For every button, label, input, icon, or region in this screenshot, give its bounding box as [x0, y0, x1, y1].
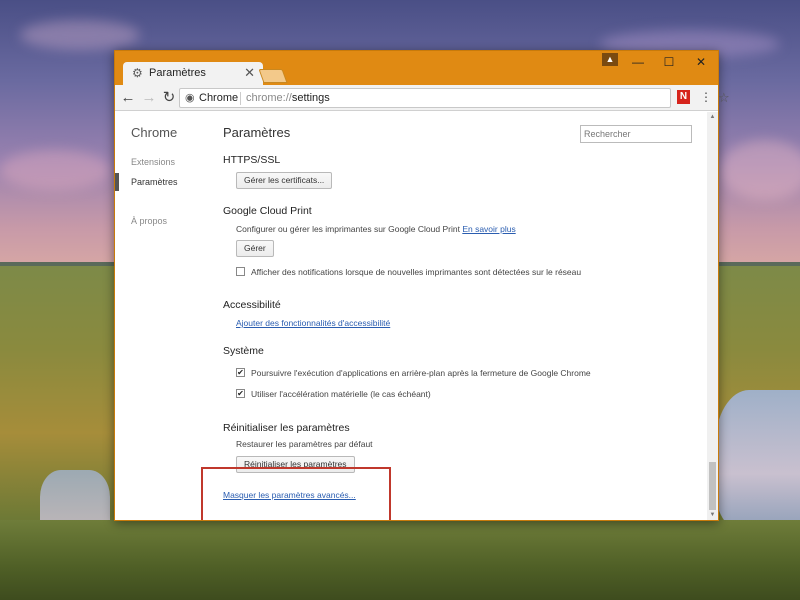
gear-icon: ⚙	[132, 66, 143, 80]
scrollbar-thumb[interactable]	[709, 462, 716, 510]
new-tab-button[interactable]	[258, 69, 288, 83]
manage-cloud-print-button[interactable]: Gérer	[236, 240, 274, 257]
cloud-print-description: Configurer ou gérer les imprimantes sur …	[236, 224, 516, 234]
tab-title: Paramètres	[149, 67, 206, 79]
printer-notifications-label: Afficher des notifications lorsque de no…	[251, 267, 582, 277]
title-bar[interactable]: ⚙ Paramètres ✕ ▲ — ☐ ✕	[115, 51, 718, 85]
scrollbar-track[interactable]	[707, 112, 718, 520]
close-window-button[interactable]: ✕	[686, 51, 716, 73]
profile-avatar-icon[interactable]: ▲	[602, 53, 618, 66]
settings-page: Chrome Extensions Paramètres À propos Pa…	[115, 112, 718, 520]
cloud-print-heading: Google Cloud Print	[223, 205, 312, 217]
menu-dots-icon[interactable]: ⋮	[700, 89, 712, 105]
cloud	[720, 140, 800, 200]
bookmark-star-icon[interactable]: ☆	[718, 90, 730, 106]
cloud	[0, 150, 110, 190]
reload-icon[interactable]: ↻	[159, 88, 179, 108]
sidebar-title: Chrome	[131, 125, 178, 140]
water-channel	[715, 390, 800, 530]
learn-more-link[interactable]: En savoir plus	[462, 224, 515, 234]
minimize-button[interactable]: —	[623, 51, 653, 73]
url-path: settings	[291, 92, 330, 104]
scroll-down-icon[interactable]: ▼	[707, 510, 718, 520]
background-apps-label: Poursuivre l'exécution d'applications en…	[251, 368, 591, 378]
highlight-box	[201, 467, 391, 520]
sidebar-item-settings[interactable]: Paramètres	[131, 177, 178, 187]
sidebar-item-extensions[interactable]: Extensions	[131, 157, 175, 167]
address-chip: Chrome	[199, 92, 239, 104]
page-title: Paramètres	[223, 125, 291, 140]
tab-settings[interactable]: ⚙ Paramètres ✕	[123, 62, 263, 85]
search-input[interactable]	[580, 125, 692, 143]
cloud-print-description-text: Configurer ou gérer les imprimantes sur …	[236, 224, 460, 234]
tab-close-icon[interactable]: ✕	[244, 65, 255, 80]
chrome-page-icon: ◉	[185, 92, 195, 104]
hardware-acceleration-label: Utiliser l'accélération matérielle (le c…	[251, 389, 431, 399]
background-apps-checkbox[interactable]: ✔	[236, 368, 245, 377]
address-separator	[240, 92, 241, 105]
system-heading: Système	[223, 345, 264, 357]
manage-certificates-button[interactable]: Gérer les certificats...	[236, 172, 333, 189]
scroll-up-icon[interactable]: ▲	[707, 112, 718, 122]
reset-description: Restaurer les paramètres par défaut	[236, 439, 373, 449]
browser-toolbar: ← → ↻ ◉ Chrome chrome://settings ☆ N ⋮	[115, 85, 730, 111]
chrome-window: ⚙ Paramètres ✕ ▲ — ☐ ✕ ← → ↻ ◉ Chrome ch…	[114, 50, 730, 521]
foreground-grass	[0, 520, 800, 600]
address-url[interactable]: chrome://settings	[246, 92, 330, 104]
accessibility-heading: Accessibilité	[223, 299, 281, 311]
reset-heading: Réinitialiser les paramètres	[223, 422, 350, 434]
extension-icon[interactable]: N	[677, 90, 690, 104]
https-heading: HTTPS/SSL	[223, 154, 281, 166]
sidebar-item-about[interactable]: À propos	[131, 216, 167, 226]
forward-arrow-icon[interactable]: →	[139, 88, 159, 108]
hardware-acceleration-checkbox[interactable]: ✔	[236, 389, 245, 398]
sidebar-active-indicator	[115, 173, 119, 191]
address-bar[interactable]: ◉ Chrome chrome://settings ☆	[179, 88, 730, 108]
maximize-button[interactable]: ☐	[654, 51, 684, 73]
settings-main: Paramètres HTTPS/SSL Gérer les certifica…	[223, 112, 693, 520]
add-accessibility-link[interactable]: Ajouter des fonctionnalités d'accessibil…	[236, 318, 390, 328]
back-arrow-icon[interactable]: ←	[118, 88, 138, 108]
url-scheme: chrome://	[246, 92, 292, 104]
cloud	[20, 20, 140, 50]
printer-notifications-checkbox[interactable]	[236, 267, 245, 276]
